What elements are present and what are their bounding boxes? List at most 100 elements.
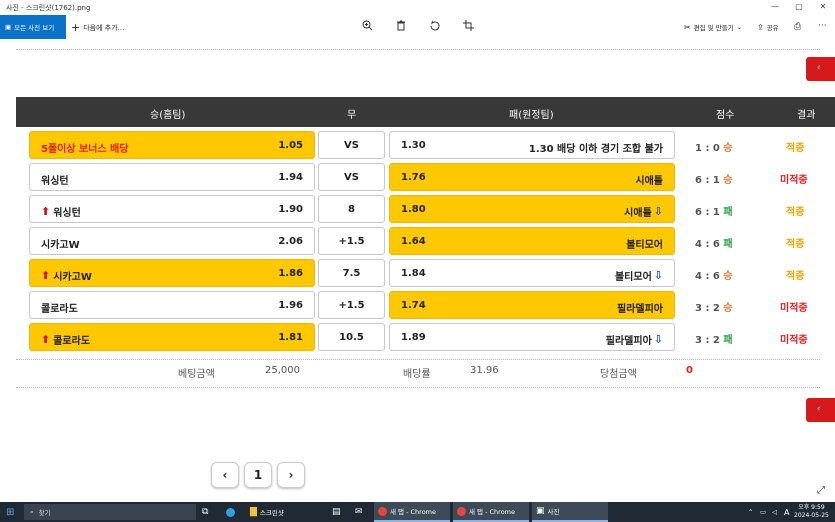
page-number[interactable]: 1: [244, 462, 272, 488]
table-row: ⬆ 콜로라도 1.81 10.5 1.89 필라델피아 ⇩ 3 : 2 패 미적중: [16, 323, 835, 353]
home-odds-button[interactable]: ⬆ 시카고W 1.86: [29, 259, 315, 287]
home-odds: 1.90: [278, 204, 303, 215]
share-button[interactable]: ⇪ 공유: [757, 22, 779, 33]
tab-icon: ‹: [817, 63, 821, 73]
draw-odds-button[interactable]: +1.5: [318, 227, 385, 255]
delete-icon[interactable]: [396, 20, 406, 34]
handicap-value: 8: [348, 204, 355, 215]
table-row: 워싱턴 1.94 VS 1.76 시애틀 6 : 1 승 미적중: [16, 163, 835, 193]
home-team-name: 워싱턴: [41, 176, 69, 187]
taskbar-item-label: 스크린샷: [259, 509, 284, 517]
rotate-icon[interactable]: [429, 20, 440, 34]
header-result: 결과: [797, 110, 816, 121]
result-badge: 미적중: [780, 303, 808, 314]
arrow-down-icon: ⇩: [653, 269, 663, 282]
outcome-label: 패: [723, 207, 733, 218]
clock[interactable]: 오후 9:59 2024-05-25: [794, 504, 829, 520]
home-odds-button[interactable]: ⬆ 워싱턴 1.90: [29, 195, 315, 223]
home-odds-button[interactable]: 콜로라도 1.96: [29, 291, 315, 319]
clock-date: 2024-05-25: [794, 512, 829, 519]
ime-indicator[interactable]: A: [784, 502, 789, 522]
red-tab-button[interactable]: ‹: [806, 398, 835, 422]
draw-odds-button[interactable]: +1.5: [318, 291, 385, 319]
more-icon[interactable]: ···: [818, 21, 827, 31]
arrow-down-icon: ⇩: [653, 205, 663, 218]
draw-odds-button[interactable]: VS: [318, 131, 385, 159]
home-odds-button[interactable]: 워싱턴 1.94: [29, 163, 315, 191]
draw-odds-button[interactable]: 8: [318, 195, 385, 223]
home-odds: 2.06: [278, 236, 303, 247]
task-view-icon[interactable]: ⧉: [202, 502, 208, 522]
away-odds-button[interactable]: 1.74 필라델피아: [389, 291, 675, 319]
draw-odds-button[interactable]: 7.5: [318, 259, 385, 287]
handicap-value: +1.5: [338, 300, 365, 311]
taskbar-item-chrome-2[interactable]: 새 탭 - Chrome: [453, 502, 529, 522]
minimize-button[interactable]: —: [765, 2, 785, 11]
all-photos-button[interactable]: ▣ 모든 사진 보기: [0, 15, 66, 39]
away-team-name: 1.30 배당 이하 경기 조합 불가: [528, 144, 663, 155]
crop-icon[interactable]: [463, 20, 474, 34]
print-icon[interactable]: ⎙: [794, 22, 801, 32]
handicap-value: VS: [344, 172, 359, 183]
store-icon[interactable]: ▤: [332, 502, 341, 522]
zoom-icon[interactable]: [362, 20, 373, 34]
away-odds-button[interactable]: 1.80 시애틀 ⇩: [389, 195, 675, 223]
taskbar-item-label: 새 탭 - Chrome: [390, 508, 436, 516]
taskbar-item-photos[interactable]: ▣ 사진: [532, 502, 608, 522]
add-to-button[interactable]: + 다음에 추가...: [71, 21, 124, 34]
outcome-label: 승: [723, 271, 733, 282]
taskbar-item-screenshot[interactable]: ▇ 스크린샷: [246, 502, 288, 522]
start-icon[interactable]: ⊞: [6, 502, 14, 522]
away-odds-button[interactable]: 1.76 시애틀: [389, 163, 675, 191]
expand-icon[interactable]: ⤢: [817, 485, 825, 496]
prev-page-button[interactable]: ‹: [211, 462, 239, 488]
photos-icon: ▣: [536, 506, 545, 516]
title-bar: 사진 - 스크린샷(1762).png — ▢ ✕: [0, 0, 835, 15]
taskbar-item-chrome-1[interactable]: 새 탭 - Chrome: [374, 502, 450, 522]
outcome-label: 승: [723, 175, 733, 186]
image-viewer: ‹ 승(홈팀) 무 패(원정팀) 점수 결과 5폴이상 보너스 배당 1.05 VS…: [0, 39, 835, 502]
away-odds: 1.84: [401, 268, 426, 279]
close-button[interactable]: ✕: [813, 2, 833, 11]
draw-odds-button[interactable]: 10.5: [318, 323, 385, 351]
away-team-name: 필라델피아: [605, 336, 652, 347]
taskbar-item-label: 사진: [547, 508, 560, 516]
maximize-button[interactable]: ▢: [789, 2, 809, 11]
score: 1 : 0 승: [695, 139, 733, 154]
arrow-up-icon: ⬆: [41, 333, 51, 346]
photo-toolbar: ▣ 모든 사진 보기 + 다음에 추가... ✂ 편집 및 만들기 ⌄ ⇪ 공유…: [0, 15, 835, 39]
away-odds-button[interactable]: 1.64 볼티모어: [389, 227, 675, 255]
home-odds-button[interactable]: ⬆ 콜로라도 1.81: [29, 323, 315, 351]
arrow-up-icon: ⬆: [41, 205, 51, 218]
home-odds-button[interactable]: 5폴이상 보너스 배당 1.05: [29, 131, 315, 159]
volume-icon[interactable]: ◁: [772, 502, 777, 522]
all-photos-label: 모든 사진 보기: [14, 24, 55, 32]
away-odds-button[interactable]: 1.30 1.30 배당 이하 경기 조합 불가: [389, 131, 675, 159]
away-team-name: 시애틀: [635, 176, 663, 187]
score: 6 : 1 승: [695, 171, 733, 186]
next-page-button[interactable]: ›: [277, 462, 305, 488]
taskbar-item-label: 새 탭 - Chrome: [469, 508, 515, 516]
result-badge: 적중: [786, 207, 805, 218]
away-odds-button[interactable]: 1.89 필라델피아 ⇩: [389, 323, 675, 351]
score-value: 6 : 1: [695, 175, 720, 186]
handicap-value: VS: [344, 140, 359, 151]
away-odds-button[interactable]: 1.84 볼티모어 ⇩: [389, 259, 675, 287]
taskbar-search[interactable]: ⌕ 찾기: [24, 504, 196, 520]
outcome-label: 승: [723, 303, 733, 314]
draw-odds-button[interactable]: VS: [318, 163, 385, 191]
score-value: 6 : 1: [695, 207, 720, 218]
score-value: 3 : 2: [695, 303, 720, 314]
network-icon[interactable]: ▭: [760, 502, 766, 522]
edge-icon[interactable]: [226, 502, 235, 522]
chevron-down-icon: ⌄: [736, 23, 743, 31]
photos-icon: ▣: [5, 23, 12, 31]
away-team-name: 시애틀: [624, 208, 652, 219]
mail-icon[interactable]: ✉: [355, 502, 363, 522]
home-odds-button[interactable]: 시카고W 2.06: [29, 227, 315, 255]
red-tab-button[interactable]: ‹: [806, 57, 835, 81]
tray-chevron-icon[interactable]: ⌃: [748, 502, 753, 522]
edit-create-button[interactable]: ✂ 편집 및 만들기 ⌄: [684, 22, 743, 33]
result-badge: 적중: [786, 271, 805, 282]
score-value: 4 : 6: [695, 271, 720, 282]
